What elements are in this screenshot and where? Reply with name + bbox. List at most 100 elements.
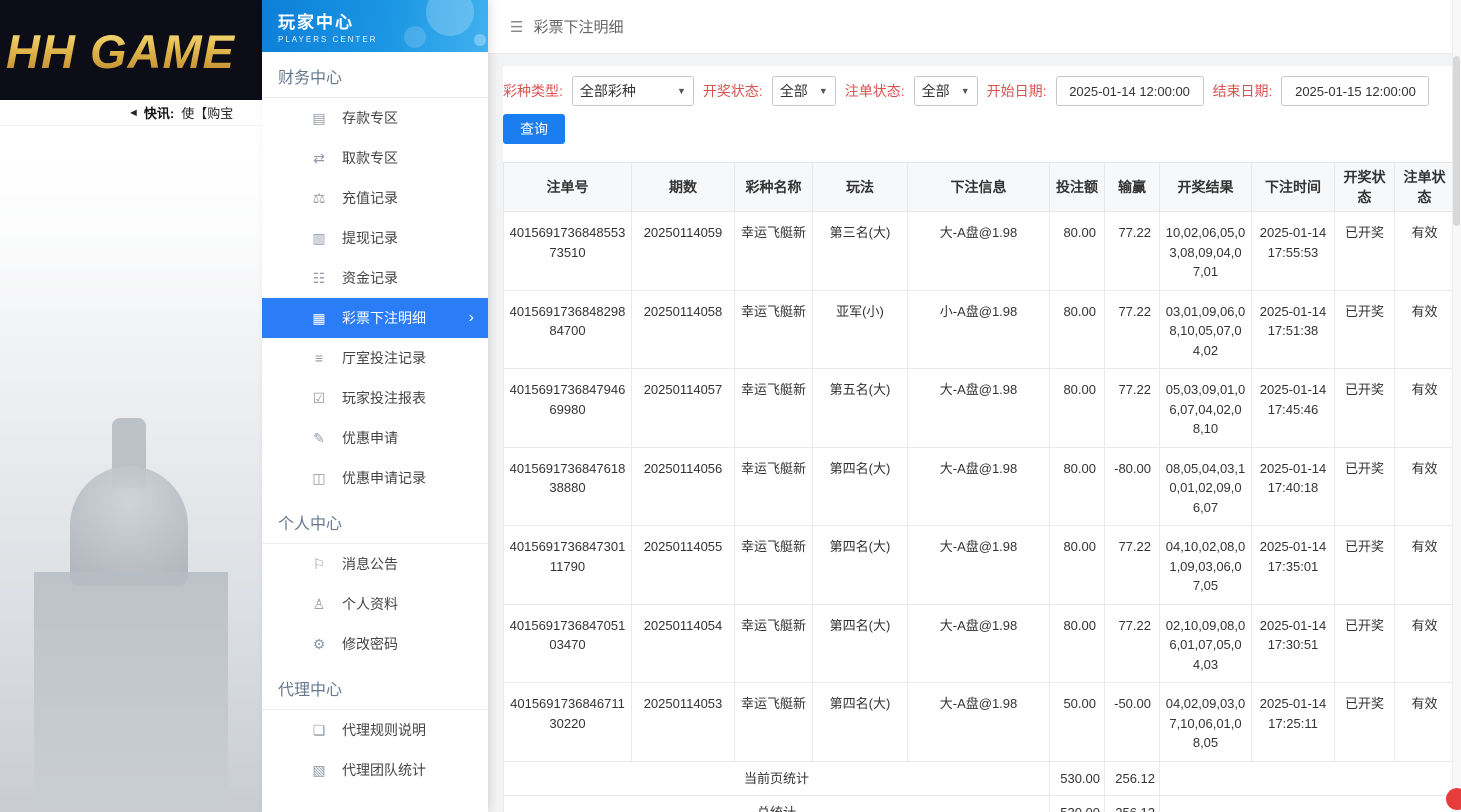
- cell-bet-amount: 80.00: [1050, 526, 1105, 605]
- sidebar: 玩家中心 PLAYERS CENTER 财务中心▤存款专区⇄取款专区⚖充值记录▥…: [262, 0, 488, 812]
- cell-win-loss: 77.22: [1105, 526, 1160, 605]
- deposit-icon: ▤: [310, 110, 328, 127]
- lottery-type-label: 彩种类型:: [503, 81, 563, 101]
- cell-play-type: 亚军(小): [813, 290, 908, 369]
- cell-bet-status: 有效: [1395, 212, 1455, 291]
- table-row: 40156917368476183888020250114056幸运飞艇新第四名…: [504, 447, 1455, 526]
- end-date-input[interactable]: [1281, 76, 1429, 106]
- summary-bet-total: 530.00: [1050, 796, 1105, 812]
- table-row: 40156917368479466998020250114057幸运飞艇新第五名…: [504, 369, 1455, 448]
- menu-toggle-icon[interactable]: ☰: [510, 18, 523, 36]
- cell-bet-status: 有效: [1395, 604, 1455, 683]
- cell-bet-info: 大-A盘@1.98: [908, 447, 1050, 526]
- cell-period: 20250114058: [632, 290, 735, 369]
- cell-draw-result: 08,05,04,03,10,01,02,09,06,07: [1160, 447, 1252, 526]
- sidebar-item-agent-rules[interactable]: ❏代理规则说明: [262, 710, 488, 750]
- cell-bet-no: 401569173684794669980: [504, 369, 632, 448]
- user-icon: ♙: [310, 596, 328, 613]
- sidebar-section-title: 个人中心: [262, 498, 488, 544]
- cell-play-type: 第四名(大): [813, 604, 908, 683]
- cell-play-type: 第四名(大): [813, 526, 908, 605]
- cell-bet-status: 有效: [1395, 290, 1455, 369]
- cell-bet-info: 大-A盘@1.98: [908, 604, 1050, 683]
- sidebar-item-withdraw-records[interactable]: ▥提现记录: [262, 218, 488, 258]
- cell-draw-status: 已开奖: [1335, 683, 1395, 762]
- col-header-bet-amount: 投注额: [1050, 163, 1105, 212]
- sidebar-item-withdraw-zone[interactable]: ⇄取款专区: [262, 138, 488, 178]
- summary-empty: [1160, 796, 1455, 812]
- cell-bet-time: 2025-01-14 17:30:51: [1252, 604, 1335, 683]
- sidebar-item-change-password[interactable]: ⚙修改密码: [262, 624, 488, 664]
- bet-status-label: 注单状态:: [845, 81, 905, 101]
- sidebar-header: 玩家中心 PLAYERS CENTER: [262, 0, 488, 52]
- chevron-down-icon: ▼: [961, 86, 970, 96]
- bet-status-select[interactable]: 全部 ▼: [914, 76, 978, 106]
- sidebar-item-label: 修改密码: [342, 634, 398, 654]
- cell-lottery-name: 幸运飞艇新: [735, 526, 813, 605]
- sidebar-item-label: 取款专区: [342, 148, 398, 168]
- sidebar-item-profile[interactable]: ♙ 个人资料: [262, 584, 488, 624]
- cell-bet-amount: 80.00: [1050, 212, 1105, 291]
- sidebar-item-lottery-bet-details[interactable]: ▦彩票下注明细›: [262, 298, 488, 338]
- content: 彩种类型: 全部彩种 ▼ 开奖状态: 全部 ▼ 注单状态: 全部 ▼: [488, 54, 1461, 812]
- scrollbar[interactable]: [1452, 0, 1461, 812]
- background-site: HH GAME ◄ 快讯: 使【购宝: [0, 0, 262, 812]
- sidebar-item-label: 优惠申请: [342, 428, 398, 448]
- cell-bet-time: 2025-01-14 17:51:38: [1252, 290, 1335, 369]
- cell-bet-info: 大-A盘@1.98: [908, 369, 1050, 448]
- cell-bet-info: 小-A盘@1.98: [908, 290, 1050, 369]
- col-header-draw-result: 开奖结果: [1160, 163, 1252, 212]
- cell-bet-amount: 80.00: [1050, 604, 1105, 683]
- sidebar-item-label: 彩票下注明细: [342, 308, 426, 328]
- sidebar-item-promo-apply[interactable]: ✎ 优惠申请: [262, 418, 488, 458]
- cell-period: 20250114054: [632, 604, 735, 683]
- cell-win-loss: 77.22: [1105, 212, 1160, 291]
- sidebar-item-agent-team-stats[interactable]: ▧代理团队统计: [262, 750, 488, 790]
- start-date-input[interactable]: [1056, 76, 1204, 106]
- cell-bet-info: 大-A盘@1.98: [908, 683, 1050, 762]
- sidebar-item-label: 存款专区: [342, 108, 398, 128]
- sidebar-item-label: 个人资料: [342, 594, 398, 614]
- end-date-label: 结束日期:: [1213, 81, 1273, 101]
- page-title: 彩票下注明细: [533, 16, 623, 37]
- sidebar-item-hall-bet-records[interactable]: ≡厅室投注记录: [262, 338, 488, 378]
- cell-bet-status: 有效: [1395, 526, 1455, 605]
- bell-icon: ⚐: [310, 556, 328, 573]
- summary-winloss-total: 256.12: [1105, 796, 1160, 812]
- floating-service-icon[interactable]: [1446, 788, 1461, 810]
- cell-draw-result: 04,02,09,03,07,10,06,01,08,05: [1160, 683, 1252, 762]
- sidebar-item-label: 消息公告: [342, 554, 398, 574]
- sidebar-item-recharge-records[interactable]: ⚖充值记录: [262, 178, 488, 218]
- cell-period: 20250114059: [632, 212, 735, 291]
- sidebar-nav: 财务中心▤存款专区⇄取款专区⚖充值记录▥提现记录☷资金记录▦彩票下注明细›≡厅室…: [262, 52, 488, 790]
- promo-icon: ✎: [310, 430, 328, 447]
- table-row: 40156917368485537351020250114059幸运飞艇新第三名…: [504, 212, 1455, 291]
- col-header-bet-status: 注单状态: [1395, 163, 1455, 212]
- report-icon: ☑: [310, 390, 328, 407]
- sidebar-item-announcements[interactable]: ⚐ 消息公告: [262, 544, 488, 584]
- cell-play-type: 第四名(大): [813, 447, 908, 526]
- col-header-bet-time: 下注时间: [1252, 163, 1335, 212]
- draw-status-select[interactable]: 全部 ▼: [772, 76, 836, 106]
- site-logo[interactable]: HH GAME: [6, 24, 235, 79]
- table-header-row: 注单号期数彩种名称玩法下注信息投注额输赢开奖结果下注时间开奖状态注单状态: [504, 163, 1455, 212]
- query-button[interactable]: 查询: [503, 114, 565, 144]
- col-header-play-type: 玩法: [813, 163, 908, 212]
- sidebar-item-label: 代理团队统计: [342, 760, 426, 780]
- cell-play-type: 第五名(大): [813, 369, 908, 448]
- scrollbar-thumb[interactable]: [1453, 56, 1460, 226]
- sidebar-item-fund-records[interactable]: ☷资金记录: [262, 258, 488, 298]
- sidebar-item-deposit-zone[interactable]: ▤ 存款专区: [262, 98, 488, 138]
- summary-empty: [1160, 761, 1455, 796]
- cell-bet-status: 有效: [1395, 369, 1455, 448]
- sidebar-item-player-bet-report[interactable]: ☑玩家投注报表: [262, 378, 488, 418]
- cell-play-type: 第四名(大): [813, 683, 908, 762]
- lottery-type-select[interactable]: 全部彩种 ▼: [572, 76, 694, 106]
- cell-lottery-name: 幸运飞艇新: [735, 369, 813, 448]
- cell-lottery-name: 幸运飞艇新: [735, 604, 813, 683]
- cell-bet-no: 401569173684761838880: [504, 447, 632, 526]
- col-header-period: 期数: [632, 163, 735, 212]
- sidebar-item-promo-apply-records[interactable]: ◫优惠申请记录: [262, 458, 488, 498]
- promo-record-icon: ◫: [310, 470, 328, 487]
- cell-draw-status: 已开奖: [1335, 447, 1395, 526]
